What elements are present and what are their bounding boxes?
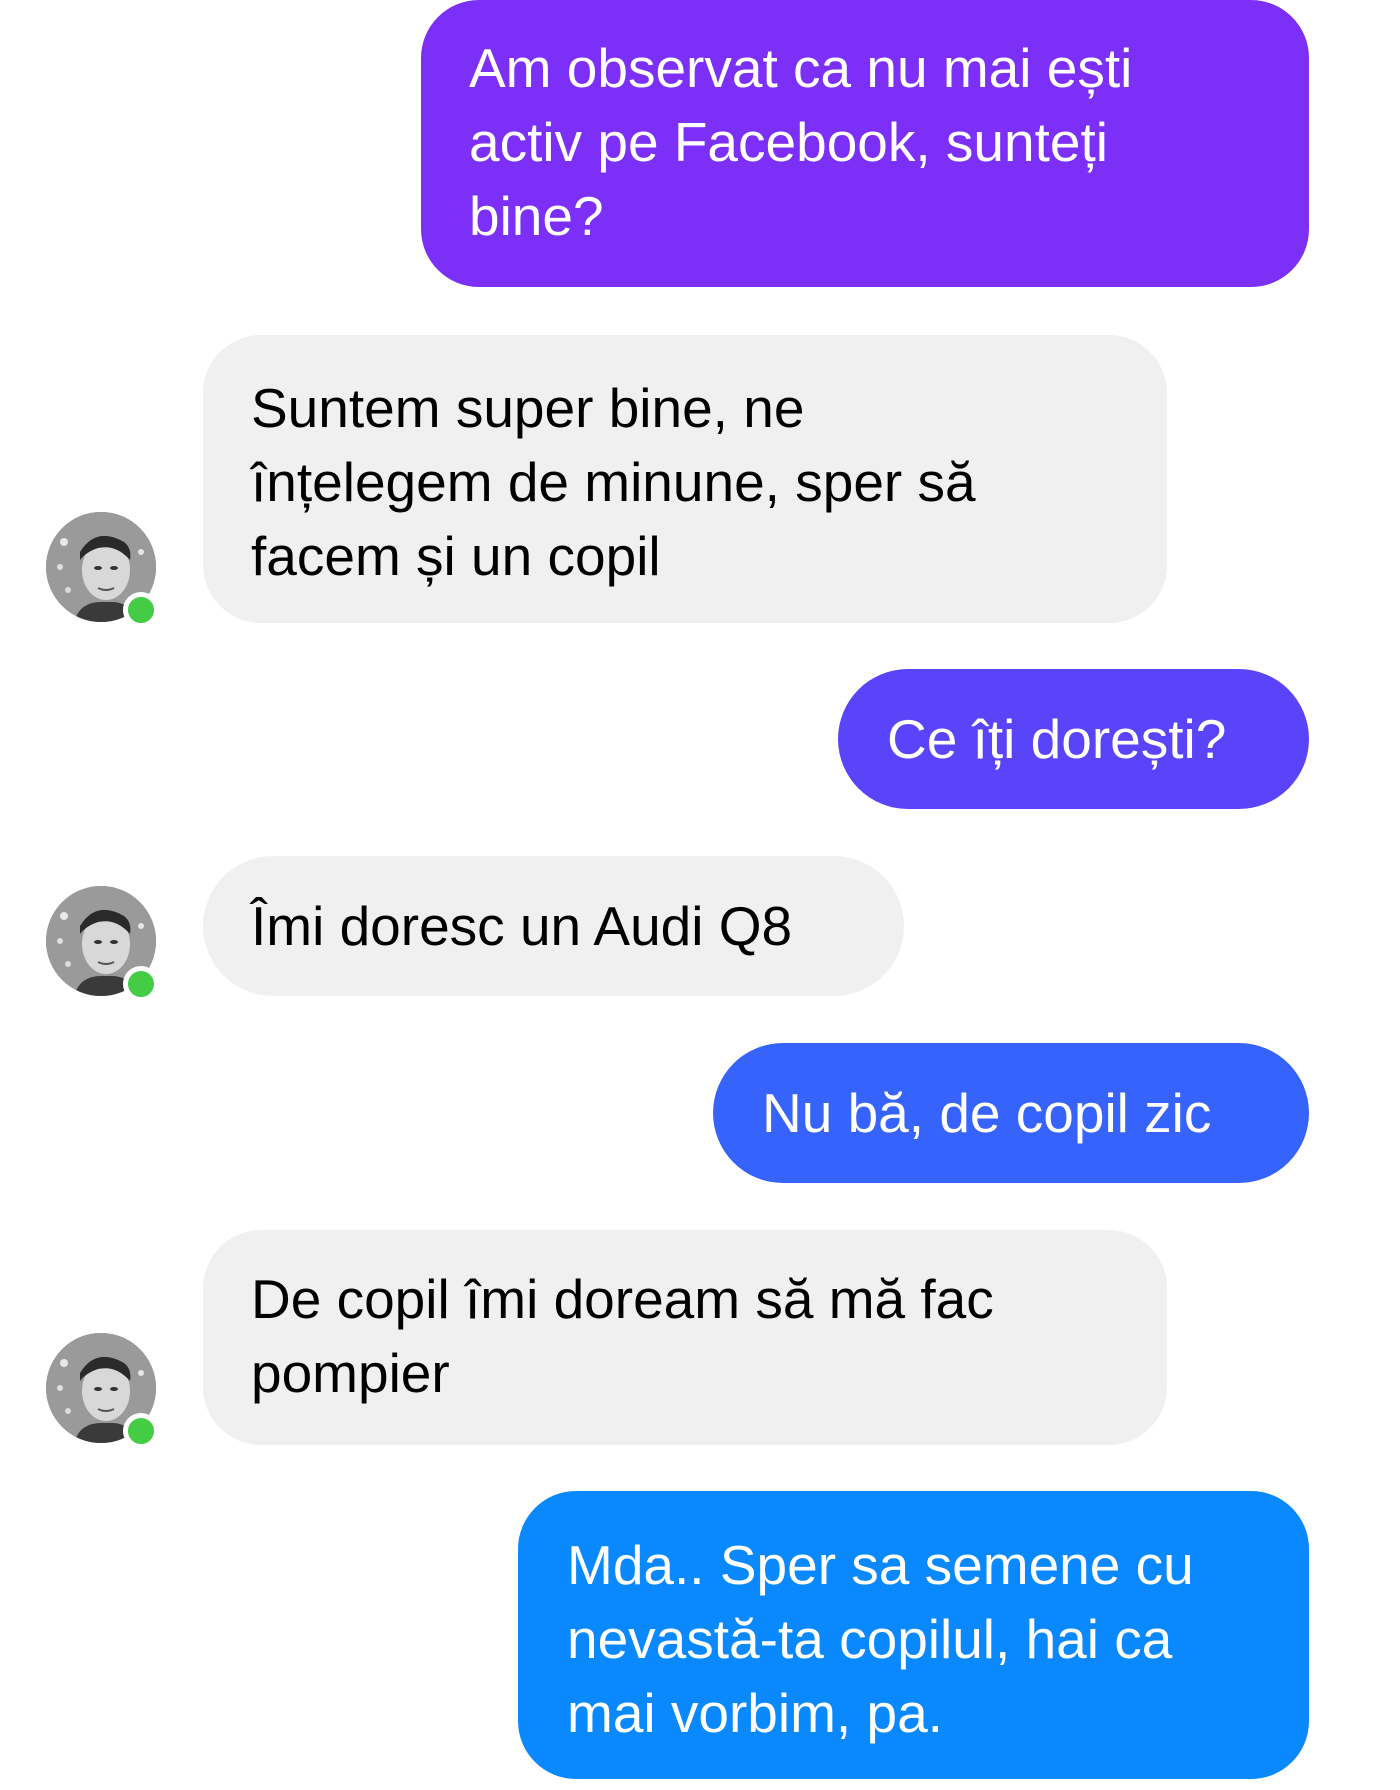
contact-avatar[interactable]: [46, 1333, 159, 1449]
contact-avatar[interactable]: [46, 886, 159, 1002]
sent-message-bubble[interactable]: Mda.. Sper sa semene cu nevastă-ta copil…: [518, 1491, 1309, 1779]
contact-avatar[interactable]: [46, 512, 159, 628]
received-message-bubble[interactable]: Îmi doresc un Audi Q8: [203, 856, 904, 996]
received-message-bubble[interactable]: De copil îmi doream să mă fac pompier: [203, 1230, 1167, 1445]
online-status-indicator: [123, 966, 159, 1002]
sent-message-bubble[interactable]: Ce îți dorești?: [838, 669, 1309, 809]
online-status-indicator: [123, 1413, 159, 1449]
received-message-bubble[interactable]: Suntem super bine, ne înțelegem de minun…: [203, 335, 1167, 623]
conversation: Am observat ca nu mai ești activ pe Face…: [0, 0, 1400, 1790]
sent-message-bubble[interactable]: Am observat ca nu mai ești activ pe Face…: [421, 0, 1309, 287]
online-status-indicator: [123, 592, 159, 628]
sent-message-bubble[interactable]: Nu bă, de copil zic: [713, 1043, 1309, 1183]
